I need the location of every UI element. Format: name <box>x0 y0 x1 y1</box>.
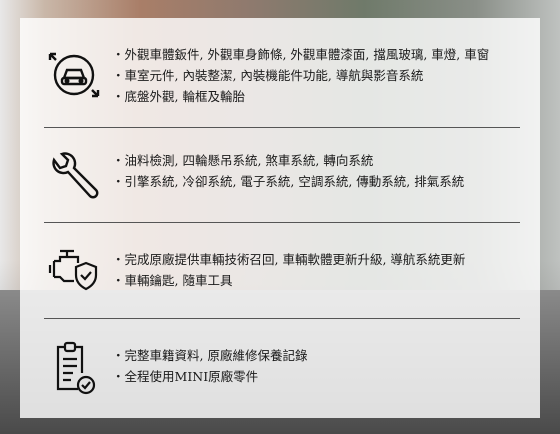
item-list: 外觀車體鈑件, 外觀車身飾條, 外觀車體漆面, 擋風玻璃, 車燈, 車窗 車室元… <box>112 44 490 107</box>
car-inspection-icon <box>48 52 100 98</box>
divider <box>44 127 520 128</box>
item-list: 油料檢測, 四輪懸吊系統, 煞車系統, 轉向系統 引擎系統, 冷卻系統, 電子系… <box>112 150 465 192</box>
list-item: 全程使用MINI原廠零件 <box>112 366 307 387</box>
divider <box>44 318 520 319</box>
list-item: 完成原廠提供車輛技術召回, 車輛軟體更新升級, 導航系統更新 <box>112 249 466 270</box>
list-item: 油料檢測, 四輪懸吊系統, 煞車系統, 轉向系統 <box>112 150 464 171</box>
item-list: 完成原廠提供車輛技術召回, 車輛軟體更新升級, 導航系統更新 車輛鑰匙, 隨車工… <box>112 249 466 291</box>
list-item: 車輛鑰匙, 隨車工具 <box>112 270 465 291</box>
list-item: 完整車籍資料, 原廠維修保養記錄 <box>112 345 308 366</box>
item-list: 完整車籍資料, 原廠維修保養記錄 全程使用MINI原廠零件 <box>112 345 308 387</box>
engine-shield-icon <box>48 249 98 291</box>
list-item: 外觀車體鈑件, 外觀車身飾條, 外觀車體漆面, 擋風玻璃, 車燈, 車窗 <box>112 44 490 65</box>
list-item: 底盤外觀, 輪框及輪胎 <box>112 86 489 107</box>
list-item: 引擎系統, 冷卻系統, 電子系統, 空調系統, 傳動系統, 排氣系統 <box>112 171 465 192</box>
divider <box>44 222 520 223</box>
inspection-panel: 外觀車體鈑件, 外觀車身飾條, 外觀車體漆面, 擋風玻璃, 車燈, 車窗 車室元… <box>20 18 540 418</box>
list-item: 車室元件, 內裝整潔, 內裝機能件功能, 導航與影音系統 <box>112 65 489 86</box>
wrench-icon <box>52 152 99 199</box>
clipboard-check-icon <box>56 341 96 395</box>
